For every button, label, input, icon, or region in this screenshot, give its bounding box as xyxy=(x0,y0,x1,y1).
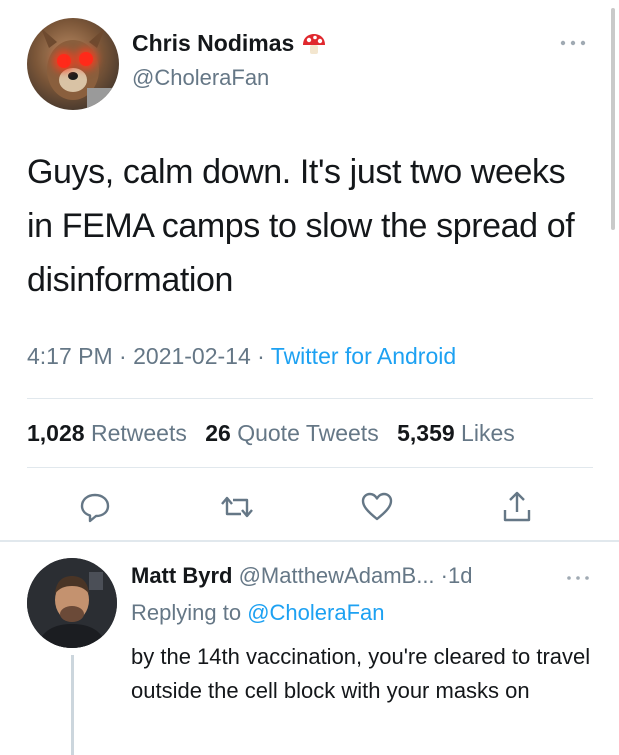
mushroom-emoji-icon xyxy=(302,33,325,54)
retweets-label: Retweets xyxy=(90,420,187,446)
quote-count: 26 xyxy=(205,420,231,446)
section-divider xyxy=(0,540,619,542)
tweet-time: 4:17 PM xyxy=(27,343,113,369)
divider xyxy=(27,467,593,468)
retweet-icon[interactable] xyxy=(220,490,254,524)
tweet-header: Chris Nodimas @CholeraFan xyxy=(27,18,587,110)
author-handle[interactable]: @CholeraFan xyxy=(132,65,327,91)
replying-to-mention[interactable]: @CholeraFan xyxy=(247,600,384,625)
retweets-stat[interactable]: 1,028 Retweets xyxy=(27,420,187,446)
reply-time[interactable]: ·1d xyxy=(441,563,473,588)
tweet-meta: 4:17 PM · 2021-02-14 · Twitter for Andro… xyxy=(27,343,456,370)
reply-text: by the 14th vaccination, you're cleared … xyxy=(131,644,591,703)
likes-label: Likes xyxy=(461,420,515,446)
share-icon[interactable] xyxy=(500,490,534,524)
author-block: Chris Nodimas @CholeraFan xyxy=(132,30,327,91)
tweet-date[interactable]: 2021-02-14 xyxy=(133,343,251,369)
meta-separator: · xyxy=(112,343,134,369)
laser-eye-left xyxy=(57,54,71,68)
like-icon[interactable] xyxy=(360,490,394,524)
reply-more-options-icon[interactable] xyxy=(566,574,590,582)
meta-separator: · xyxy=(250,343,271,369)
replying-to: Replying to @CholeraFan xyxy=(131,600,385,626)
reply-icon[interactable] xyxy=(78,490,112,524)
tweet-stats: 1,028 Retweets 26 Quote Tweets 5,359 Lik… xyxy=(27,420,527,447)
quote-tweets-stat[interactable]: 26 Quote Tweets xyxy=(205,420,378,446)
replying-prefix: Replying to xyxy=(131,600,242,625)
avatar-dog-image xyxy=(41,28,117,110)
quote-label: Quote Tweets xyxy=(237,420,379,446)
retweets-count: 1,028 xyxy=(27,420,85,446)
likes-count: 5,359 xyxy=(397,420,455,446)
tweet-source-link[interactable]: Twitter for Android xyxy=(271,343,456,369)
more-options-icon[interactable] xyxy=(559,38,587,48)
likes-stat[interactable]: 5,359 Likes xyxy=(397,420,515,446)
action-bar xyxy=(0,490,619,530)
reply-author-avatar[interactable] xyxy=(27,558,117,648)
reply-author-handle[interactable]: @MatthewAdamB... xyxy=(239,563,435,588)
laser-eye-right xyxy=(79,52,93,66)
reply-author-name[interactable]: Matt Byrd xyxy=(131,563,232,588)
divider xyxy=(27,398,593,399)
reply-avatar-photo xyxy=(27,558,117,648)
author-avatar[interactable] xyxy=(27,18,119,110)
reply-header: Matt Byrd @MatthewAdamB... ·1d xyxy=(131,563,472,589)
tweet-text: Guys, calm down. It's just two weeks in … xyxy=(27,153,575,299)
scrollbar[interactable] xyxy=(611,8,615,230)
thread-line xyxy=(71,655,74,755)
author-name[interactable]: Chris Nodimas xyxy=(132,30,294,57)
